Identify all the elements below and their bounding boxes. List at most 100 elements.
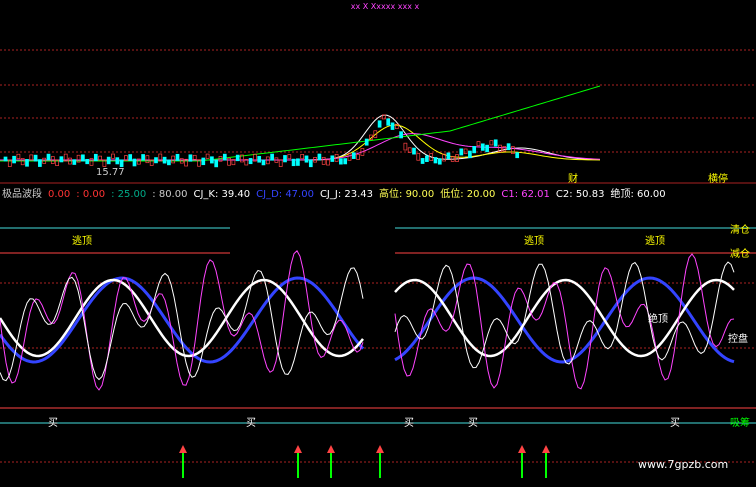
c1-line xyxy=(0,250,364,391)
candle xyxy=(132,158,137,167)
candle xyxy=(412,147,416,155)
candle xyxy=(29,154,34,161)
lower-panel: 逃顶 逃顶 逃顶 清仓 减仓 控盘 吸筹 绝顶 买 买 买 买 买 www.7g… xyxy=(0,223,756,478)
candle xyxy=(420,158,425,164)
absorb-label: 吸筹 xyxy=(730,416,750,429)
candle xyxy=(463,148,468,154)
indicator-value: 极品波段 xyxy=(2,187,42,200)
candle xyxy=(321,157,326,165)
candle xyxy=(154,157,158,164)
candle xyxy=(356,154,360,160)
candle xyxy=(506,143,511,151)
candle xyxy=(12,155,16,164)
candle xyxy=(16,153,21,159)
clear-position-label: 清仓 xyxy=(730,223,750,236)
candle xyxy=(472,146,477,154)
candle xyxy=(205,153,210,159)
candle xyxy=(188,154,193,162)
candle xyxy=(141,154,145,161)
header-text: xx X Xxxxx xxx x xyxy=(351,2,420,11)
candle xyxy=(433,157,438,164)
ma-line xyxy=(0,124,601,161)
watermark: www.7gpzb.com xyxy=(638,458,728,471)
candle xyxy=(416,152,421,161)
stock-chart: xx X Xxxxx xxx x 15.77 财 横停 极品波段 0.00 : 0.… xyxy=(0,2,756,478)
candle xyxy=(25,159,29,167)
candle xyxy=(330,155,335,162)
cai-label: 财 xyxy=(568,172,578,185)
candle xyxy=(515,152,520,159)
candle xyxy=(85,158,90,165)
candle xyxy=(459,148,464,156)
indicator-value: CJ_J: 23.43 xyxy=(320,189,373,200)
candle xyxy=(485,144,489,153)
candle xyxy=(437,158,442,165)
escape-top-label-1: 逃顶 xyxy=(72,234,92,247)
indicator-value: 0.00 xyxy=(48,189,70,200)
candle xyxy=(257,155,262,163)
candle xyxy=(38,159,42,167)
candle xyxy=(162,156,167,164)
candle xyxy=(493,139,498,147)
candle xyxy=(364,138,369,146)
upper-panel: 15.77 财 横停 xyxy=(0,49,756,185)
candle xyxy=(343,158,348,165)
candle xyxy=(210,156,214,164)
candle xyxy=(93,153,98,162)
candle xyxy=(480,143,485,151)
candle xyxy=(351,152,356,159)
reduce-position-label: 减仓 xyxy=(730,247,750,260)
candle xyxy=(287,154,292,160)
candle xyxy=(386,118,391,126)
candle xyxy=(214,159,219,168)
candle xyxy=(145,155,150,164)
indicator-value: : 25.00 xyxy=(111,189,146,200)
escape-top-label-2: 逃顶 xyxy=(524,234,544,247)
cj-d-line xyxy=(394,276,735,364)
candle xyxy=(46,153,51,161)
cj-j-line xyxy=(0,267,364,382)
candle xyxy=(20,158,25,166)
escape-top-label-3: 逃顶 xyxy=(645,234,665,247)
absolute-top-label: 绝顶 xyxy=(648,312,668,325)
buy-label: 买 xyxy=(670,417,680,429)
candle xyxy=(222,153,227,161)
buy-label: 买 xyxy=(246,417,256,429)
candle xyxy=(278,159,283,167)
candle xyxy=(455,154,459,162)
c2-line xyxy=(394,278,735,358)
indicator-value: : 0.00 xyxy=(76,189,105,200)
control-panel-label: 控盘 xyxy=(728,332,748,345)
candle xyxy=(425,155,429,162)
candle xyxy=(59,156,64,163)
candle xyxy=(175,153,180,161)
buy-signal-head xyxy=(294,445,302,453)
indicator-value: CJ_D: 47.00 xyxy=(256,189,314,200)
candle xyxy=(489,140,494,146)
candle xyxy=(111,153,115,159)
candle xyxy=(339,158,343,165)
candle xyxy=(235,154,240,162)
candle xyxy=(468,150,472,159)
candle xyxy=(446,152,451,160)
candle xyxy=(326,159,330,166)
indicator-value: 绝顶: 60.00 xyxy=(610,187,665,200)
candle xyxy=(3,156,8,162)
candle xyxy=(167,159,171,166)
candle xyxy=(296,158,300,166)
candle xyxy=(115,157,120,165)
indicator-value: 低位: 20.00 xyxy=(440,187,495,200)
buy-signal-head xyxy=(179,445,187,453)
candle xyxy=(106,156,111,165)
candle xyxy=(476,141,481,147)
indicator-header: 极品波段 0.00: 0.00: 25.00: 80.00 CJ_K: 39.40 C… xyxy=(2,187,666,200)
candle xyxy=(399,131,403,139)
buy-label: 买 xyxy=(48,417,58,429)
candle xyxy=(300,154,305,160)
ma-line xyxy=(0,114,601,161)
buy-label: 买 xyxy=(468,417,478,429)
candle xyxy=(248,158,253,165)
candle xyxy=(270,153,274,161)
indicator-value: CJ_K: 39.40 xyxy=(193,189,250,200)
indicator-value: C1: 62.01 xyxy=(501,189,550,200)
